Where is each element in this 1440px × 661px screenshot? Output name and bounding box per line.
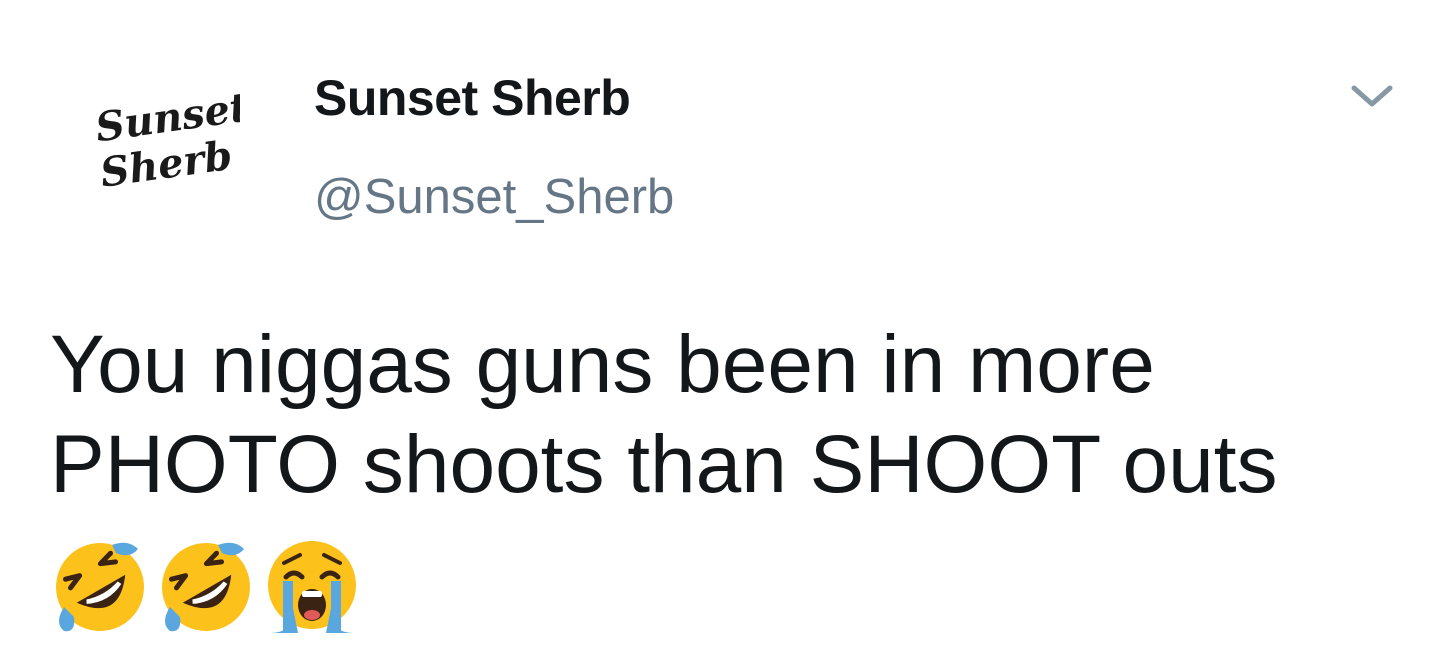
avatar[interactable]: Sunset Sherb (78, 85, 240, 195)
chevron-down-icon[interactable] (1348, 80, 1396, 110)
tweet-card: Sunset Sherb Sunset Sherb @Sunset_Sherb … (0, 0, 1440, 661)
tweet-text: You niggas guns been in more PHOTO shoot… (50, 315, 1390, 515)
rolling-on-floor-laughing-emoji (162, 542, 250, 632)
rolling-on-floor-laughing-emoji (56, 542, 144, 632)
emoji-row (50, 537, 362, 637)
author-handle[interactable]: @Sunset_Sherb (314, 166, 674, 228)
tweet-text-line-1: You niggas guns been in more (50, 319, 1155, 410)
tweet-text-line-2: PHOTO shoots than SHOOT outs (50, 419, 1278, 510)
author-display-name[interactable]: Sunset Sherb (314, 66, 631, 130)
loudly-crying-face-emoji (268, 541, 356, 633)
